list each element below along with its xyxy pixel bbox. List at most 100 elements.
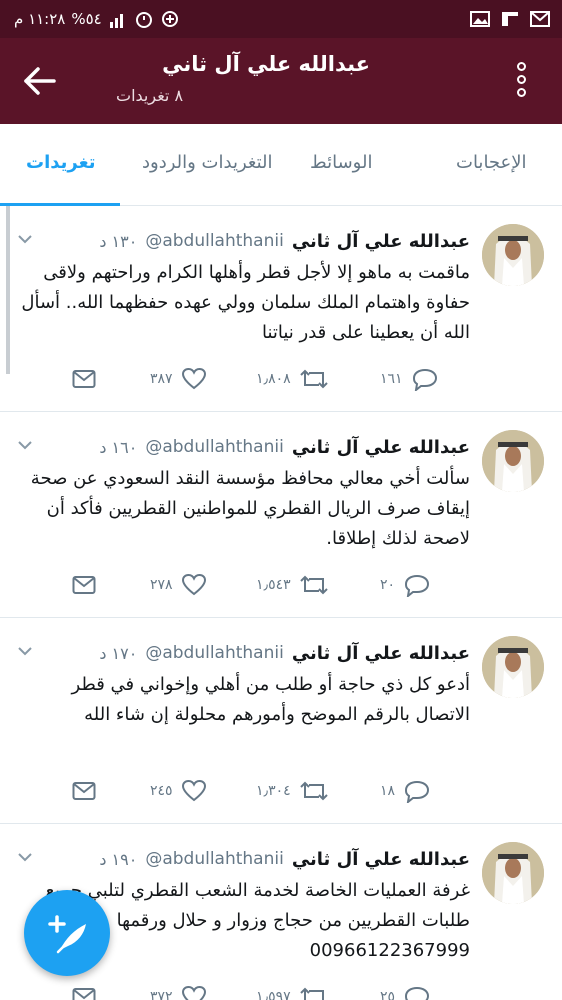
compose-tweet-button[interactable] [24,890,110,976]
status-time: ١١:٢٨ م [14,10,66,28]
reply-count: ١٨ [380,783,396,799]
chevron-down-icon[interactable] [18,646,32,656]
reply-icon [405,780,430,803]
status-bar-left: ١١:٢٨ م %٥٤ [14,10,180,28]
like-button[interactable]: ٢٤٥ [150,778,207,804]
tweet-actions: ٣٨٧ ١٫٨٠٨ ١٦١ [0,366,562,396]
retweet-count: ١٫٥٩٧ [256,989,291,1000]
tweet-text: ماقمت به ماهو إلا لأجل قطر وأهلها الكرام… [21,262,470,343]
signal-icon [109,14,123,28]
tweet-author-name[interactable]: عبدالله علي آل ثاني [292,643,470,664]
retweet-icon [299,987,324,1000]
retweet-icon [299,781,328,801]
retweet-button[interactable]: ١٫٥٤٣ [256,572,329,598]
tweet[interactable]: عبدالله علي آل ثاني @abdullahthanii ١٦٠ … [0,412,562,618]
tweet[interactable]: عبدالله علي آل ثاني @abdullahthanii ١٧٠ … [0,618,562,824]
alarm-icon [135,12,152,28]
gallery-icon [470,11,490,27]
dm-button[interactable] [72,984,96,1000]
avatar-image [482,224,544,286]
tweet-author-handle[interactable]: @abdullahthanii [145,231,284,251]
chevron-down-icon[interactable] [18,440,32,450]
compose-tweet-icon [48,915,86,954]
battery-percent: %٥٤ [71,10,102,28]
chevron-down-icon[interactable] [18,234,32,244]
retweet-icon [299,369,328,389]
timeline[interactable]: عبدالله علي آل ثاني @abdullahthanii ١٣٠ … [0,206,562,1000]
heart-icon [181,367,206,390]
reply-icon [405,986,430,1000]
avatar[interactable] [482,842,544,904]
mail-icon [72,370,96,388]
tweet[interactable]: عبدالله علي آل ثاني @abdullahthanii ١٣٠ … [0,206,562,412]
tweet-text: سألت أخي معالي محافظ مؤسسة النقد السعودي… [30,468,470,549]
tab-tweets[interactable]: تغريدات [26,152,96,173]
retweet-count: ١٫٣٠٤ [256,783,291,799]
reply-button[interactable]: ١٦١ [380,366,439,392]
reply-button[interactable]: ١٨ [380,778,431,804]
tweet-actions: ٢٧٨ ١٫٥٤٣ ٢٠ [0,572,562,602]
tab-media[interactable]: الوسائط [310,152,372,173]
like-count: ٢٧٨ [150,577,173,593]
retweet-icon [299,575,328,595]
avatar[interactable] [482,636,544,698]
tab-likes[interactable]: الإعجابات [456,152,527,173]
like-count: ٢٤٥ [150,783,173,799]
like-button[interactable]: ٢٧٨ [150,572,207,598]
tweet-header: عبدالله علي آل ثاني @abdullahthanii ١٦٠ … [30,434,470,460]
dm-button[interactable] [72,366,96,392]
like-button[interactable]: ٣٧٢ [150,984,207,1000]
tweet-timestamp: ١٣٠ د [99,231,138,251]
profile-tabs: تغريدات التغريدات والردود الوسائط الإعجا… [0,124,562,206]
dm-button[interactable] [72,778,96,804]
tab-tweets-and-replies[interactable]: التغريدات والردود [142,152,273,173]
scrollbar [6,206,10,374]
tweet-header: عبدالله علي آل ثاني @abdullahthanii ١٧٠ … [30,640,470,666]
app-bar: عبدالله علي آل ثاني ٨ تغريدات [0,38,562,124]
heart-icon [181,573,206,596]
tweet-header: عبدالله علي آل ثاني @abdullahthanii ١٣٠ … [30,228,470,254]
tweet-author-handle[interactable]: @abdullahthanii [145,437,284,457]
tweet-actions: ٢٤٥ ١٫٣٠٤ ١٨ [0,778,562,808]
retweet-button[interactable]: ١٫٥٩٧ [256,984,329,1000]
gmail-icon [530,11,550,27]
status-bar-right [470,10,550,28]
tweet-author-name[interactable]: عبدالله علي آل ثاني [292,437,470,458]
retweet-button[interactable]: ١٫٨٠٨ [256,366,329,392]
tweet-author-handle[interactable]: @abdullahthanii [145,849,284,869]
back-arrow-icon[interactable] [22,66,58,96]
mail-icon [72,782,96,800]
avatar-image [482,636,544,698]
overflow-menu-icon[interactable] [514,62,528,102]
reply-button[interactable]: ٢٠ [380,572,431,598]
tweet-author-handle[interactable]: @abdullahthanii [145,643,284,663]
chevron-down-icon[interactable] [18,852,32,862]
avatar[interactable] [482,430,544,492]
retweet-button[interactable]: ١٫٣٠٤ [256,778,329,804]
dm-button[interactable] [72,572,96,598]
mail-icon [72,576,96,594]
avatar[interactable] [482,224,544,286]
tweet-text: أدعو كل ذي حاجة أو طلب من أهلي وإخواني ف… [71,674,470,725]
retweet-count: ١٫٥٤٣ [256,577,291,593]
tweet-timestamp: ١٩٠ د [99,849,138,869]
avatar-image [482,842,544,904]
tweet-timestamp: ١٦٠ د [99,437,138,457]
tweet-author-name[interactable]: عبدالله علي آل ثاني [292,231,470,252]
profile-title: عبدالله علي آل ثاني [162,52,370,76]
reply-count: ١٦١ [380,371,403,387]
reply-icon [412,368,437,391]
reply-button[interactable]: ٢٥ [380,984,431,1000]
reply-count: ٢٥ [380,989,396,1000]
tweet-author-name[interactable]: عبدالله علي آل ثاني [292,849,470,870]
tweet-timestamp: ١٧٠ د [99,643,138,663]
like-count: ٣٨٧ [150,371,173,387]
flipboard-icon [502,12,518,26]
tweet-count: ٨ تغريدات [116,86,184,105]
status-bar: ١١:٢٨ م %٥٤ [0,0,562,38]
retweet-count: ١٫٨٠٨ [256,371,291,387]
tweet-header: عبدالله علي آل ثاني @abdullahthanii ١٩٠ … [30,846,470,872]
tweet-actions: ٣٧٢ ١٫٥٩٧ ٢٥ [0,984,562,1000]
data-saver-icon [161,11,178,27]
like-button[interactable]: ٣٨٧ [150,366,207,392]
